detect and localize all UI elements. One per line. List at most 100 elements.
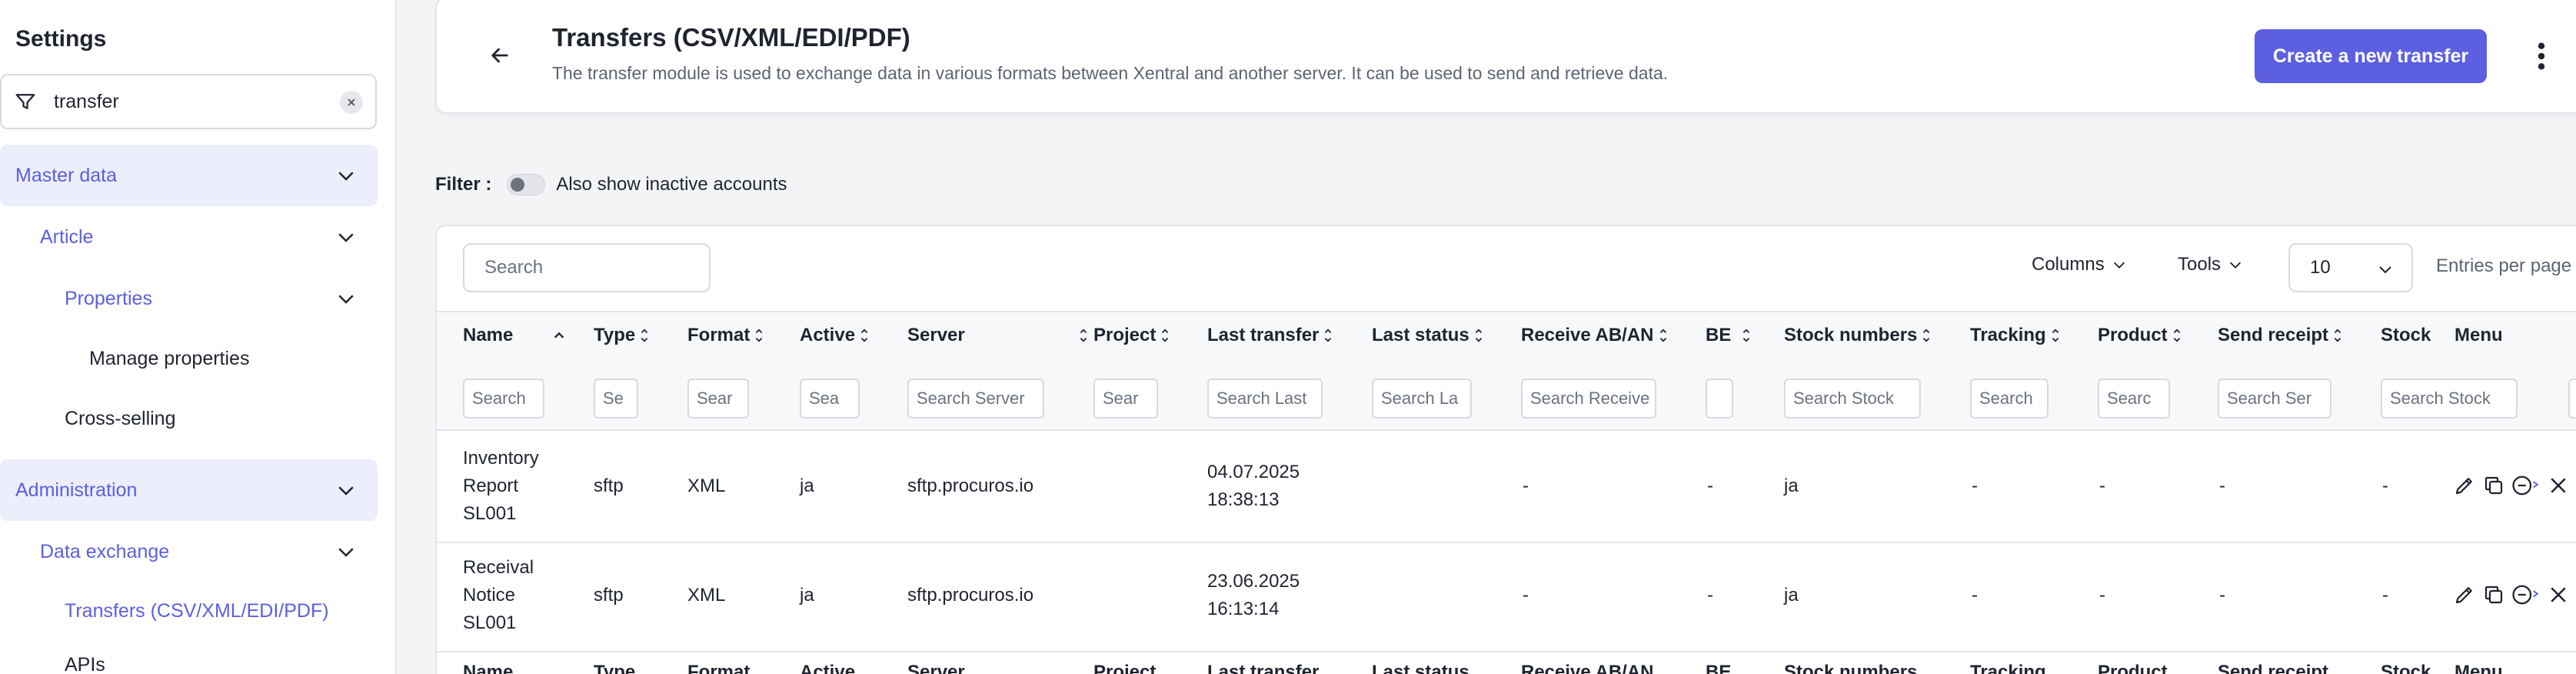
column-label: Type — [594, 325, 636, 345]
sidebar-item-apis[interactable]: APIs — [0, 634, 378, 674]
cell-name: Receival Notice SL001 — [463, 554, 534, 637]
name-line: SL001 — [463, 503, 517, 524]
cell-active: ja — [800, 475, 814, 496]
filter-input-receive[interactable]: Search Receive — [1521, 379, 1656, 419]
column-label: Product — [2098, 325, 2168, 345]
cell-active: ja — [800, 585, 814, 606]
column-header-type[interactable]: Type — [594, 325, 649, 346]
x-icon[interactable] — [2547, 474, 2570, 497]
chevron-down-icon — [338, 486, 354, 495]
cell-stock: - — [2382, 475, 2388, 496]
cell-receive: - — [1523, 585, 1529, 606]
more-vertical-icon[interactable] — [2536, 42, 2547, 71]
footer-column-label: Receive AB/AN — [1521, 662, 1654, 674]
pencil-icon[interactable] — [2453, 474, 2476, 497]
filter-input-type[interactable]: Se — [594, 379, 638, 419]
x-icon[interactable] — [2547, 583, 2570, 606]
sidebar-item-cross-selling[interactable]: Cross-selling — [0, 388, 378, 449]
sort-icon — [1162, 329, 1169, 342]
footer-column-label: Type — [594, 662, 636, 674]
cell-stock-numbers: ja — [1784, 585, 1799, 606]
inactive-accounts-toggle[interactable] — [507, 174, 546, 195]
filter-input-active[interactable]: Sea — [800, 379, 860, 419]
copy-icon[interactable] — [2482, 583, 2505, 606]
filter-input-stock[interactable]: Search Stock — [2381, 379, 2518, 419]
column-header-project[interactable]: Project — [1093, 325, 1170, 346]
create-transfer-button[interactable]: Create a new transfer — [2255, 29, 2487, 83]
filter-input-stock-numbers[interactable]: Search Stock — [1784, 379, 1921, 419]
column-header-last-status[interactable]: Last status — [1372, 325, 1483, 346]
sidebar-item-data-exchange[interactable]: Data exchange — [0, 521, 378, 582]
chevron-down-icon — [338, 233, 354, 242]
column-header-tracking[interactable]: Tracking — [1970, 325, 2060, 346]
tools-dropdown[interactable]: Tools — [2178, 254, 2244, 275]
name-line: Inventory — [463, 448, 539, 469]
column-header-receive[interactable]: Receive AB/AN — [1521, 325, 1668, 346]
column-header-server[interactable]: Server — [907, 325, 1088, 346]
table-search-input[interactable]: Search — [463, 243, 711, 292]
minus-circle-icon[interactable] — [2510, 474, 2544, 497]
column-header-name[interactable]: Name — [463, 325, 565, 346]
column-header-stock-numbers[interactable]: Stock numbers — [1784, 325, 1931, 346]
sidebar-item-administration[interactable]: Administration — [0, 459, 378, 521]
column-header-stock[interactable]: Stock — [2381, 325, 2431, 346]
sort-icon — [1080, 329, 1087, 342]
footer-column-label: Project — [1093, 662, 1157, 674]
sidebar-search-input[interactable] — [54, 90, 331, 113]
filter-input-format[interactable]: Sear — [687, 379, 749, 419]
cell-format: XML — [687, 475, 726, 496]
column-header-send-receipt[interactable]: Send receipt — [2218, 325, 2342, 346]
filter-input-name[interactable]: Search — [463, 379, 544, 419]
filter-icon — [15, 94, 35, 109]
date-line: 04.07.2025 — [1207, 462, 1300, 482]
cell-last-transfer: 23.06.2025 16:13:14 — [1207, 568, 1300, 623]
sidebar-item-label: Cross-selling — [65, 407, 176, 429]
column-header-active[interactable]: Active — [800, 325, 869, 346]
sort-icon — [1743, 329, 1750, 342]
filter-input-send-receipt[interactable]: Search Ser — [2218, 379, 2331, 419]
cell-server: sftp.procuros.io — [907, 585, 1034, 606]
column-label: Server — [907, 325, 965, 345]
sidebar-search[interactable] — [0, 74, 377, 129]
cell-tracking: - — [1972, 475, 1978, 496]
sidebar-item-article[interactable]: Article — [0, 206, 378, 268]
filter-input-last-status[interactable]: Search La — [1372, 379, 1472, 419]
column-header-be[interactable]: BE — [1706, 325, 1751, 346]
copy-icon[interactable] — [2482, 474, 2505, 497]
column-label: Name — [463, 325, 514, 345]
cell-last-transfer: 04.07.2025 18:38:13 — [1207, 459, 1300, 514]
column-header-product[interactable]: Product — [2098, 325, 2182, 346]
filter-input-product[interactable]: Searc — [2098, 379, 2170, 419]
footer-column-label: Last status — [1372, 662, 1469, 674]
sidebar-item-label: Article — [40, 225, 94, 248]
sidebar-item-properties[interactable]: Properties — [0, 268, 378, 329]
sidebar-item-manage-properties[interactable]: Manage properties — [0, 328, 378, 389]
column-label: Last transfer — [1207, 325, 1320, 345]
sidebar-item-label: Master data — [15, 164, 118, 186]
arrow-left-icon[interactable] — [488, 43, 512, 68]
per-page-select[interactable]: 10 — [2288, 243, 2413, 292]
filter-input-server[interactable]: Search Server — [907, 379, 1044, 419]
minus-circle-icon[interactable] — [2510, 583, 2544, 606]
filter-input-be[interactable] — [1706, 379, 1733, 419]
footer-column-label: Send receipt — [2218, 662, 2329, 674]
filter-input-last-transfer[interactable]: Search Last — [1207, 379, 1323, 419]
sidebar-item-master-data[interactable]: Master data — [0, 145, 378, 206]
column-header-last-transfer[interactable]: Last transfer — [1207, 325, 1333, 346]
cell-format: XML — [687, 585, 726, 606]
page-title: Transfers (CSV/XML/EDI/PDF) — [552, 23, 910, 52]
close-icon[interactable] — [340, 91, 363, 114]
name-line: SL001 — [463, 612, 517, 633]
sort-icon — [1475, 329, 1482, 342]
column-header-format[interactable]: Format — [687, 325, 764, 346]
columns-dropdown[interactable]: Columns — [2032, 254, 2128, 275]
cell-stock-numbers: ja — [1784, 475, 1799, 496]
chevron-down-icon — [338, 172, 354, 181]
footer-column-label: Stock numbers — [1784, 662, 1918, 674]
cell-be: - — [1707, 585, 1713, 606]
filter-input-project[interactable]: Sear — [1093, 379, 1158, 419]
filter-input-menu[interactable] — [2568, 379, 2576, 419]
sidebar-item-transfers[interactable]: Transfers (CSV/XML/EDI/PDF) — [0, 580, 378, 642]
filter-input-tracking[interactable]: Search — [1970, 379, 2048, 419]
pencil-icon[interactable] — [2453, 583, 2476, 606]
